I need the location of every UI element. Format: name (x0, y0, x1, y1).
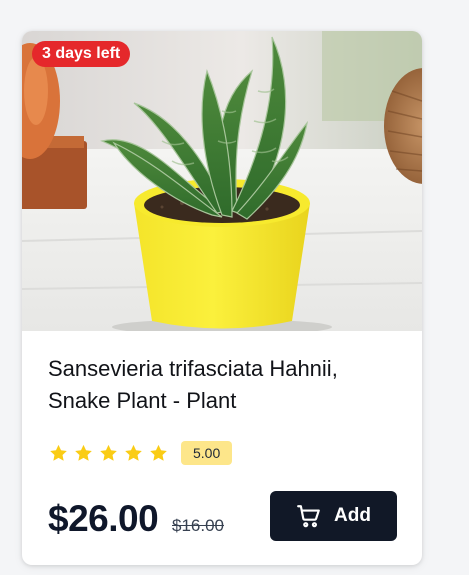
product-image[interactable]: 3 days left (22, 31, 422, 331)
rating-value: 5.00 (181, 441, 233, 465)
star-icon (50, 444, 67, 461)
star-icon (100, 444, 117, 461)
original-price: $16.00 (172, 516, 224, 535)
add-button-label: Add (334, 505, 371, 526)
time-left-badge: 3 days left (32, 41, 131, 67)
add-to-cart-button[interactable]: Add (270, 491, 397, 541)
star-icon (125, 444, 142, 461)
product-card[interactable]: 3 days left Sansevieria trifasciata Hahn… (22, 31, 422, 565)
star-icon (75, 444, 92, 461)
product-title[interactable]: Sansevieria trifasciata Hahnii, Snake Pl… (48, 353, 398, 417)
rating: 5.00 (48, 440, 233, 466)
current-price: $26.00 (48, 498, 159, 539)
cart-icon (297, 505, 320, 528)
product-photo (22, 31, 422, 331)
star-icon (150, 444, 167, 461)
